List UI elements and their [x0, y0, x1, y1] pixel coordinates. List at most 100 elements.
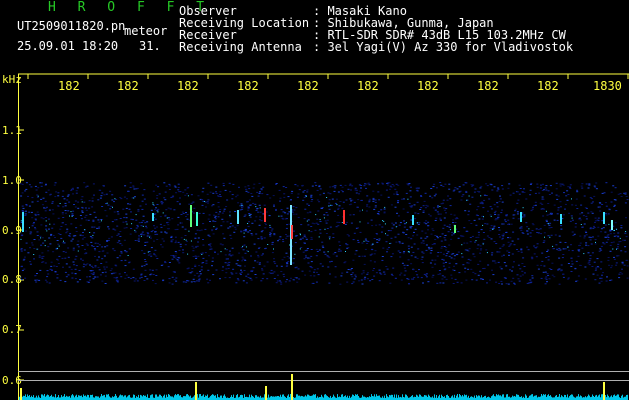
power-bar — [85, 395, 86, 400]
power-bar — [532, 394, 533, 400]
noise-pixel — [625, 236, 628, 238]
power-bar — [559, 394, 560, 400]
noise-pixel — [304, 208, 307, 210]
power-bar — [426, 395, 427, 400]
noise-pixel — [378, 280, 381, 282]
noise-pixel — [614, 187, 617, 189]
noise-speck — [468, 195, 470, 197]
noise-pixel — [119, 255, 122, 257]
noise-pixel — [298, 189, 301, 191]
noise-pixel — [168, 282, 171, 284]
noise-pixel — [520, 251, 523, 253]
noise-pixel — [194, 238, 197, 239]
power-bar — [102, 395, 103, 400]
noise-pixel — [40, 182, 43, 184]
noise-pixel — [335, 255, 338, 257]
noise-pixel — [326, 228, 329, 229]
noise-pixel — [406, 183, 409, 185]
noise-pixel — [542, 242, 545, 243]
noise-pixel — [602, 242, 605, 244]
noise-pixel — [194, 264, 197, 266]
noise-pixel — [41, 204, 44, 206]
power-bar — [64, 394, 65, 400]
power-bar — [611, 395, 612, 400]
noise-pixel — [38, 239, 41, 241]
noise-pixel — [400, 279, 403, 281]
noise-pixel — [472, 271, 475, 273]
noise-pixel — [377, 191, 380, 193]
noise-pixel — [127, 276, 130, 278]
noise-pixel — [536, 243, 539, 245]
noise-pixel — [36, 196, 39, 198]
noise-pixel — [208, 214, 211, 216]
noise-pixel — [373, 253, 376, 255]
noise-pixel — [536, 183, 539, 185]
noise-pixel — [38, 279, 41, 281]
noise-pixel — [489, 230, 492, 232]
noise-pixel — [250, 279, 253, 281]
noise-speck — [544, 236, 545, 238]
noise-pixel — [429, 215, 432, 217]
noise-pixel — [531, 230, 534, 231]
noise-pixel — [221, 244, 224, 246]
noise-pixel — [378, 240, 381, 241]
noise-pixel — [546, 251, 549, 252]
power-bar — [497, 395, 498, 400]
noise-pixel — [24, 256, 26, 258]
noise-pixel — [482, 207, 485, 209]
noise-pixel — [435, 187, 438, 189]
noise-pixel — [372, 198, 375, 200]
noise-pixel — [431, 276, 434, 278]
noise-pixel — [367, 240, 370, 242]
noise-pixel — [111, 199, 114, 201]
power-bar — [542, 395, 543, 400]
noise-pixel — [219, 191, 222, 193]
noise-pixel — [48, 209, 51, 211]
noise-pixel — [523, 191, 526, 193]
power-bar — [363, 396, 364, 400]
power-bar — [171, 396, 172, 400]
noise-pixel — [96, 259, 99, 261]
noise-pixel — [467, 258, 470, 260]
noise-pixel — [502, 244, 505, 246]
power-bar — [231, 395, 232, 400]
noise-pixel — [486, 223, 489, 225]
noise-pixel — [117, 281, 119, 283]
noise-pixel — [99, 189, 102, 191]
noise-pixel — [397, 233, 400, 235]
noise-pixel — [344, 261, 347, 263]
noise-pixel — [141, 250, 143, 252]
noise-pixel — [481, 218, 484, 220]
noise-speck — [528, 228, 530, 230]
noise-pixel — [204, 252, 207, 254]
noise-pixel — [420, 242, 423, 244]
power-bar — [166, 394, 167, 400]
noise-pixel — [134, 196, 136, 198]
noise-pixel — [458, 272, 461, 274]
noise-pixel — [589, 239, 592, 241]
noise-pixel — [592, 227, 595, 229]
noise-pixel — [322, 246, 325, 248]
noise-pixel — [581, 183, 584, 185]
power-bar — [434, 394, 435, 400]
power-bar — [249, 394, 250, 400]
noise-pixel — [116, 234, 119, 236]
power-bar — [271, 396, 272, 400]
noise-speck — [224, 248, 226, 250]
power-bar — [377, 395, 378, 400]
noise-pixel — [34, 185, 37, 187]
noise-pixel — [155, 184, 158, 186]
noise-pixel — [112, 228, 115, 230]
noise-speck — [106, 202, 108, 204]
noise-pixel — [207, 199, 210, 201]
noise-pixel — [371, 253, 374, 255]
noise-pixel — [156, 226, 158, 228]
noise-pixel — [606, 276, 608, 278]
noise-pixel — [160, 202, 163, 203]
noise-pixel — [286, 263, 289, 265]
noise-pixel — [184, 228, 187, 230]
noise-pixel — [125, 217, 128, 219]
noise-pixel — [35, 281, 38, 283]
noise-pixel — [547, 235, 550, 237]
noise-pixel — [332, 237, 335, 238]
